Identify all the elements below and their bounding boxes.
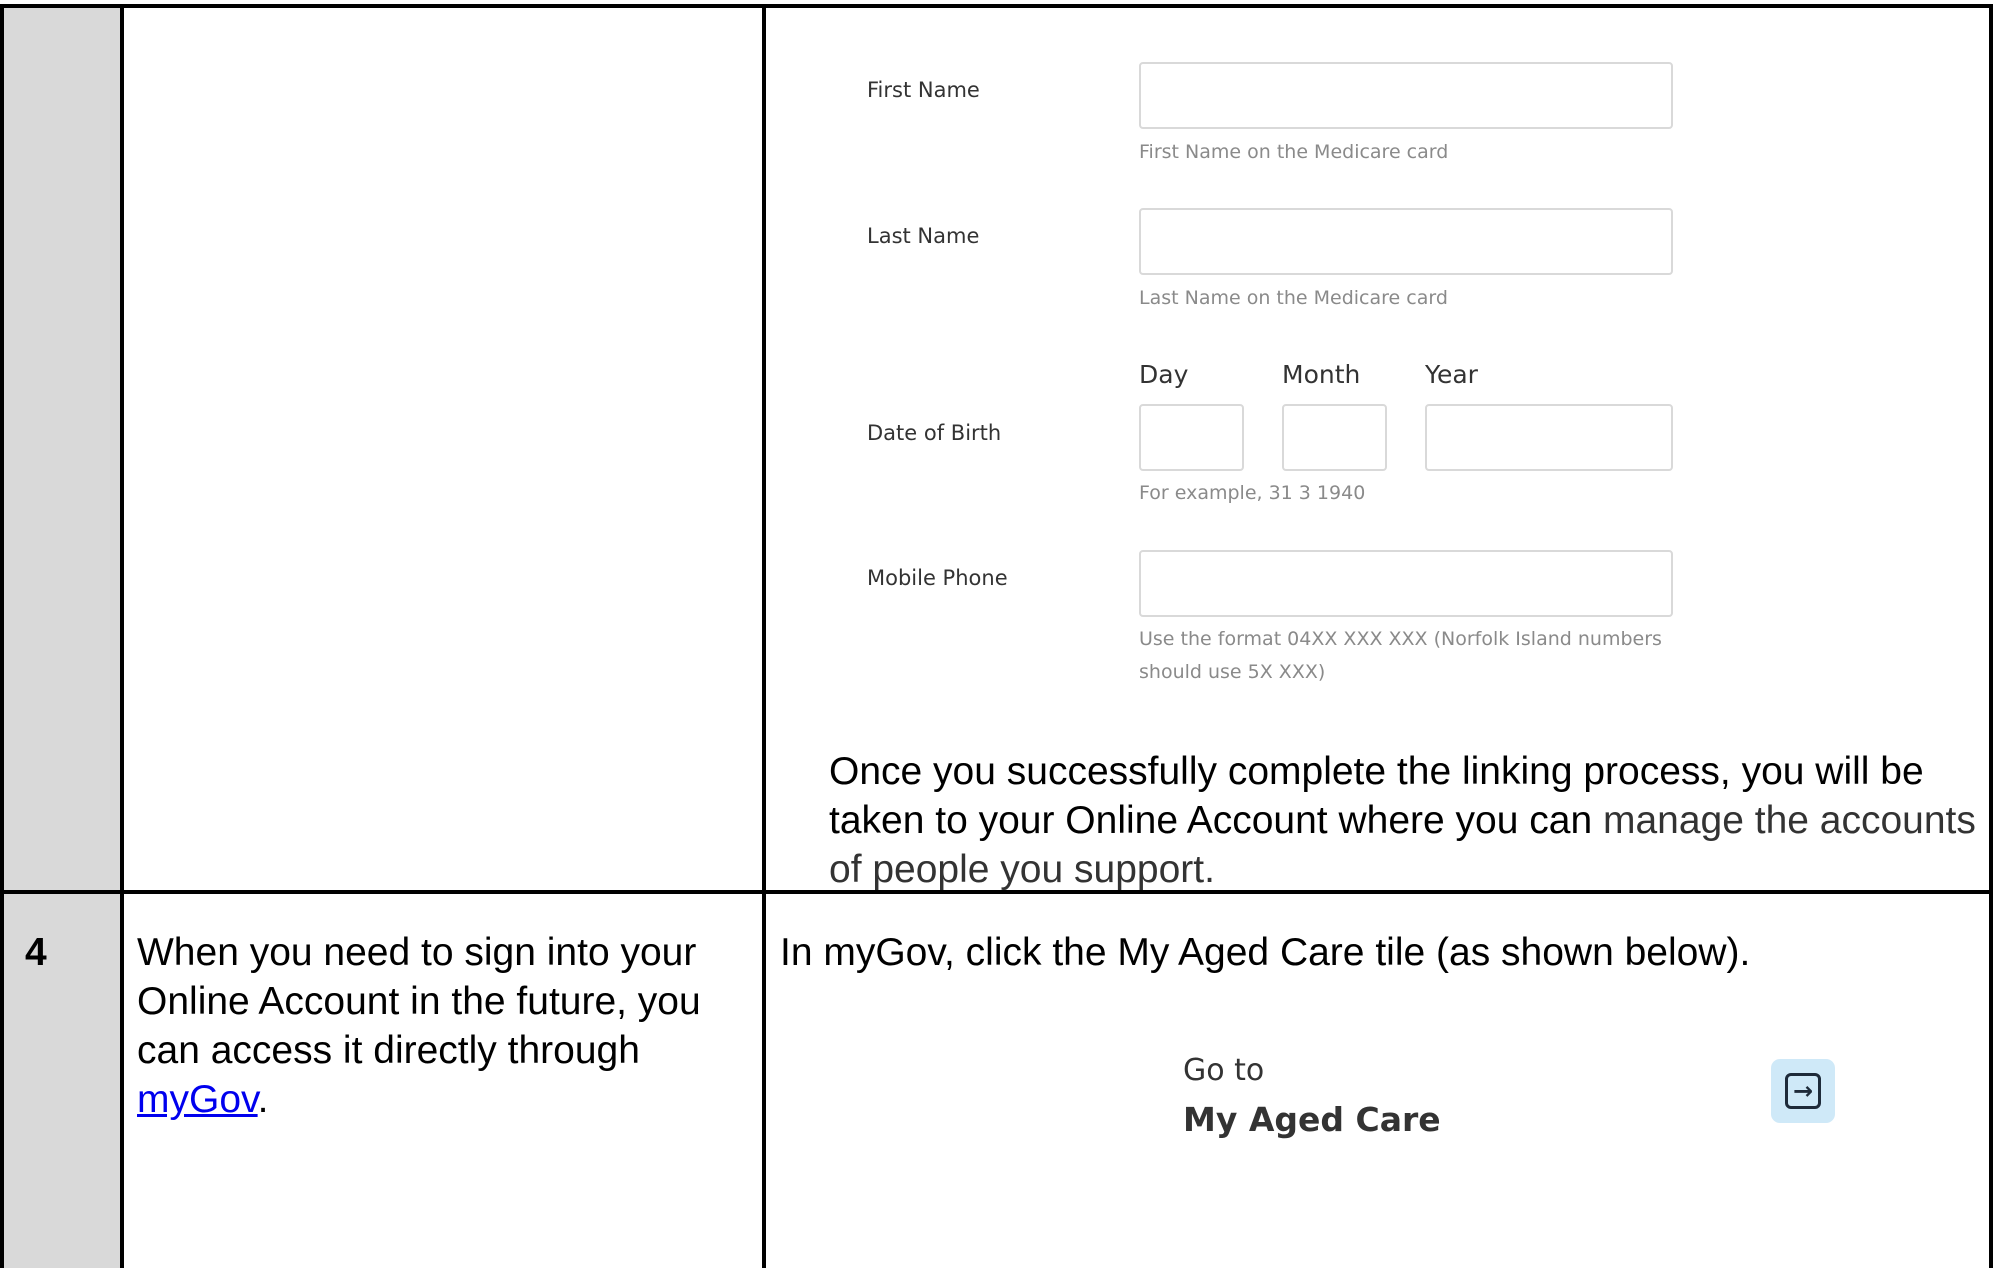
table-border-left (0, 4, 4, 1268)
linking-complete-text: Once you successfully complete the linki… (829, 747, 1979, 894)
dob-year-input[interactable] (1425, 404, 1673, 471)
first-name-hint: First Name on the Medicare card (1139, 141, 1449, 163)
sign-in-instruction-end: . (257, 1078, 269, 1121)
sign-in-instruction-text: When you need to sign into your Online A… (137, 931, 701, 1072)
dob-month-input[interactable] (1282, 404, 1387, 471)
dob-day-input[interactable] (1139, 404, 1244, 471)
mobile-phone-input[interactable] (1139, 550, 1673, 617)
sign-in-instruction: When you need to sign into your Online A… (137, 928, 757, 1124)
table-border-right (1989, 4, 1993, 1268)
last-name-input[interactable] (1139, 208, 1673, 275)
tile-go-to-text: Go to (1183, 1053, 1265, 1088)
mygov-link[interactable]: myGov (137, 1078, 258, 1121)
last-name-label: Last Name (867, 224, 980, 248)
mygov-action-text: In myGov, click the My Aged Care tile (a… (780, 931, 1751, 974)
tile-my-aged-care-text: My Aged Care (1183, 1100, 1441, 1139)
mobile-phone-label: Mobile Phone (867, 566, 1008, 590)
step-column-shade-row4 (4, 894, 122, 1268)
step-column-shade-row3 (4, 8, 122, 890)
table-border-col2 (762, 4, 766, 1268)
dob-hint: For example, 31 3 1940 (1139, 482, 1366, 504)
table-border-col1 (120, 4, 124, 1268)
first-name-label: First Name (867, 78, 980, 102)
my-aged-care-tile[interactable]: Go to My Aged Care → (1180, 1045, 1840, 1155)
dob-month-label: Month (1282, 360, 1361, 389)
step-number: 4 (25, 931, 47, 974)
dob-label: Date of Birth (867, 421, 1002, 445)
table-border-top (0, 4, 1993, 8)
mobile-phone-hint: Use the format 04XX XXX XXX (Norfolk Isl… (1139, 628, 1662, 683)
dob-day-label: Day (1139, 360, 1189, 389)
first-name-input[interactable] (1139, 62, 1673, 129)
dob-year-label: Year (1425, 360, 1478, 389)
arrow-right-box-icon: → (1785, 1073, 1821, 1109)
last-name-hint: Last Name on the Medicare card (1139, 287, 1448, 309)
tile-arrow-button[interactable]: → (1771, 1059, 1835, 1123)
